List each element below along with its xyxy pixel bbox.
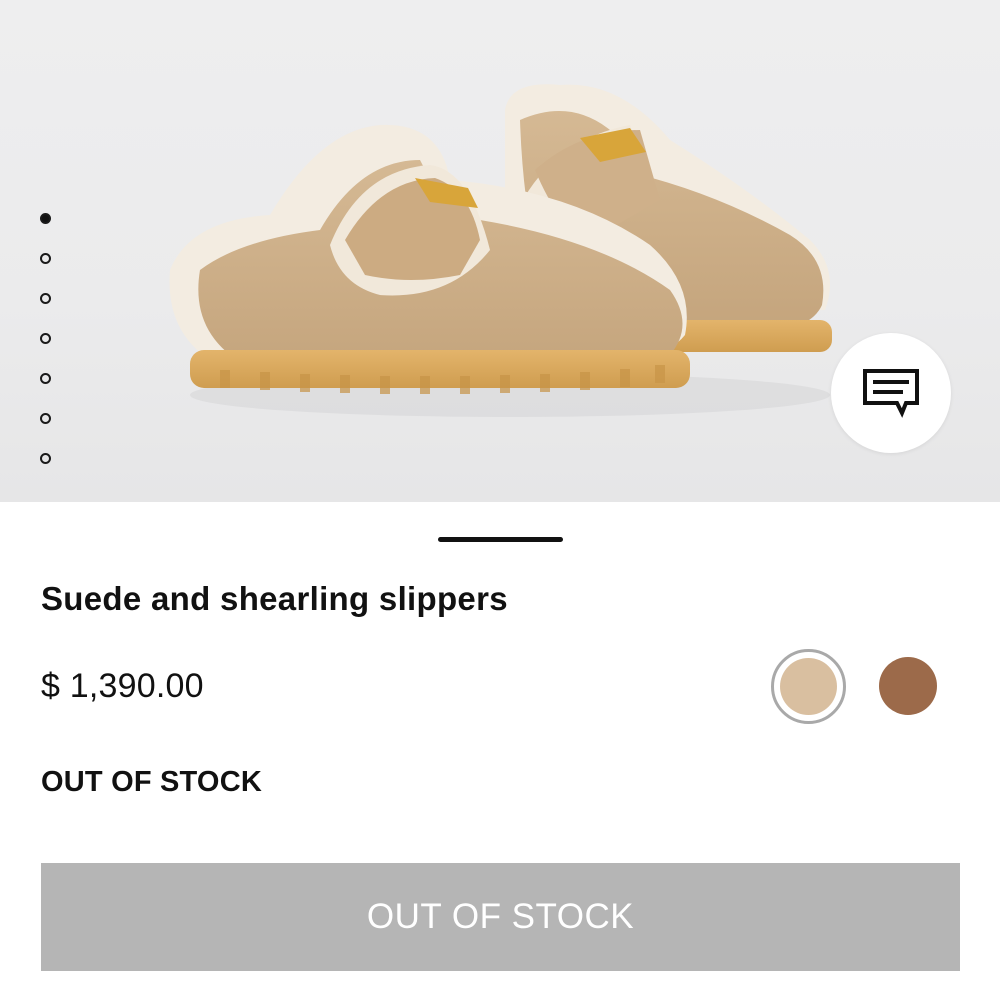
stock-status: OUT OF STOCK bbox=[41, 766, 262, 798]
pager-dot[interactable] bbox=[40, 213, 51, 224]
swatch-fill bbox=[780, 658, 837, 715]
product-image bbox=[169, 84, 832, 417]
color-swatch-beige[interactable] bbox=[771, 649, 846, 724]
product-gallery[interactable] bbox=[0, 0, 1000, 502]
pager-dot[interactable] bbox=[40, 453, 51, 464]
chat-icon bbox=[863, 369, 919, 418]
color-swatch-brown[interactable] bbox=[879, 657, 937, 715]
out-of-stock-button[interactable]: OUT OF STOCK bbox=[41, 863, 960, 971]
product-detail-page: Suede and shearling slippers $ 1,390.00 … bbox=[0, 0, 1000, 1000]
pager-dot[interactable] bbox=[40, 333, 51, 344]
pager-dot[interactable] bbox=[40, 373, 51, 384]
product-price: $ 1,390.00 bbox=[41, 667, 204, 705]
pager-dot[interactable] bbox=[40, 413, 51, 424]
pager-dot[interactable] bbox=[40, 253, 51, 264]
product-title: Suede and shearling slippers bbox=[41, 580, 508, 617]
swatch-fill bbox=[879, 657, 937, 715]
sheet-drag-handle[interactable] bbox=[438, 537, 563, 542]
chat-button[interactable] bbox=[831, 333, 951, 453]
pager-dot[interactable] bbox=[40, 293, 51, 304]
